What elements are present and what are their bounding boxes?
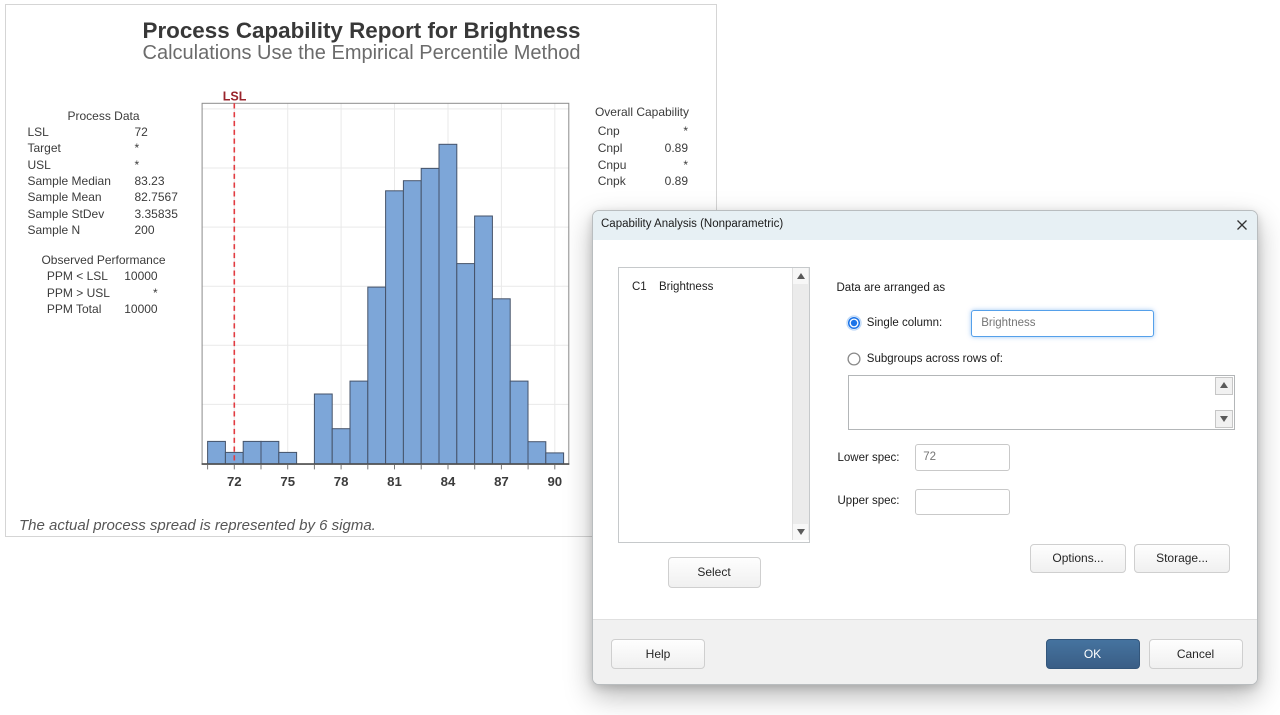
svg-text:84: 84 bbox=[441, 474, 456, 489]
svg-text:90: 90 bbox=[547, 474, 562, 489]
svg-text:78: 78 bbox=[334, 474, 349, 489]
svg-text:87: 87 bbox=[494, 474, 509, 489]
svg-text:81: 81 bbox=[387, 474, 402, 489]
svg-text:LSL: LSL bbox=[223, 89, 247, 103]
svg-text:72: 72 bbox=[227, 474, 242, 489]
svg-text:75: 75 bbox=[280, 474, 295, 489]
